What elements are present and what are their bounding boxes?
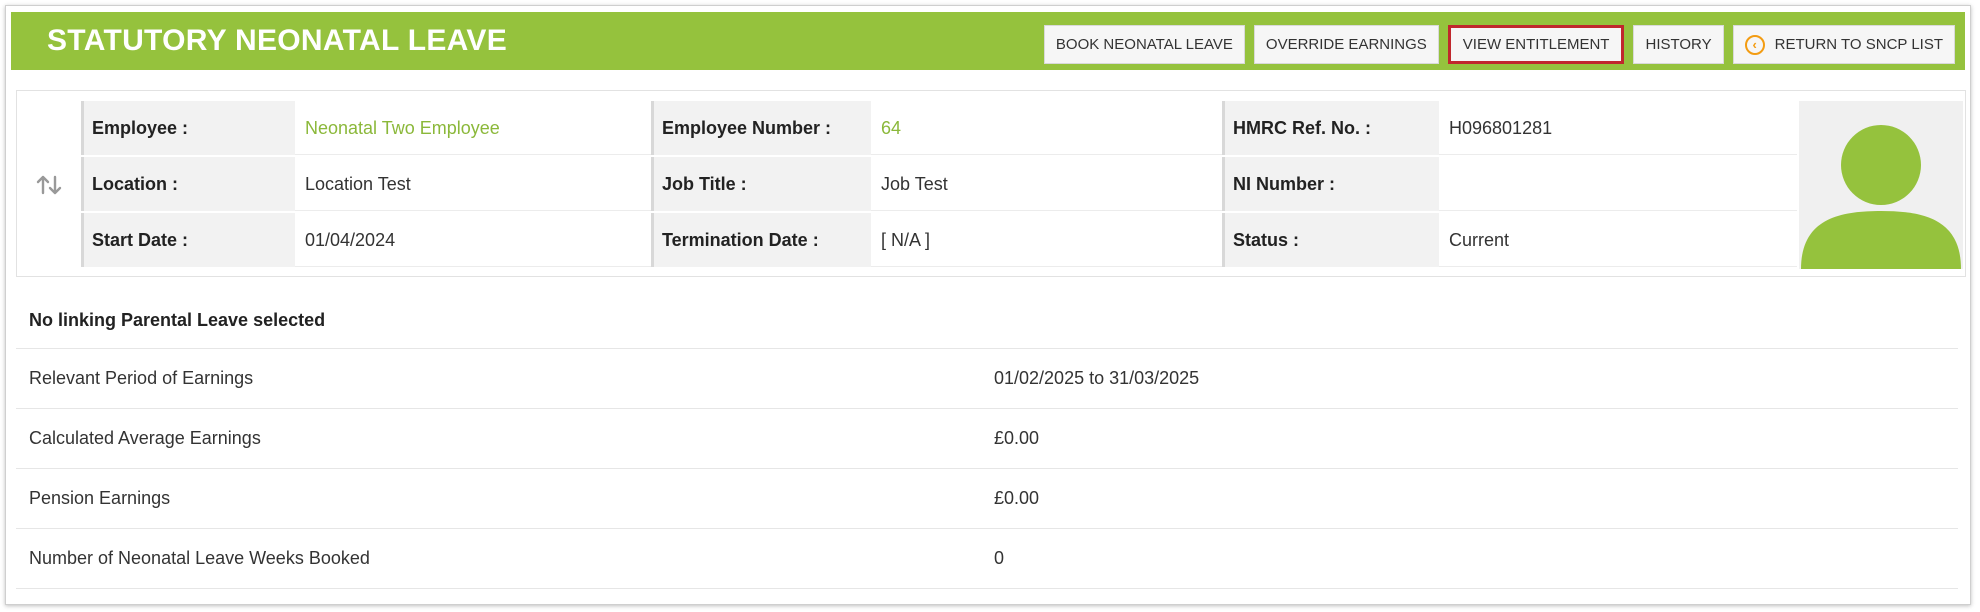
entitlement-details: No linking Parental Leave selected Relev…: [16, 292, 1958, 589]
location-value: Location Test: [295, 157, 651, 211]
start-date-value: 01/04/2024: [295, 213, 651, 267]
start-date-label: Start Date :: [81, 213, 295, 267]
relevant-period-label: Relevant Period of Earnings: [29, 368, 254, 388]
relevant-period-value: 01/02/2025 to 31/03/2025: [994, 368, 1200, 388]
weeks-booked-value: 0: [994, 548, 1005, 568]
employee-number-label: Employee Number :: [651, 101, 871, 155]
view-entitlement-button[interactable]: VIEW ENTITLEMENT: [1447, 25, 1625, 64]
job-title-value: Job Test: [871, 157, 1222, 211]
page-header: STATUTORY NEONATAL LEAVE BOOK NEONATAL L…: [11, 12, 1965, 70]
employee-name-value[interactable]: Neonatal Two Employee: [295, 101, 651, 155]
weeks-booked-label: Number of Neonatal Leave Weeks Booked: [29, 548, 370, 568]
status-label: Status :: [1222, 213, 1439, 267]
employee-summary-card: Employee : Neonatal Two Employee Employe…: [16, 90, 1966, 277]
detail-row: Relevant Period of Earnings 01/02/2025 t…: [16, 349, 1958, 409]
location-label: Location :: [81, 157, 295, 211]
window-frame: STATUTORY NEONATAL LEAVE BOOK NEONATAL L…: [5, 5, 1971, 605]
detail-row: Calculated Average Earnings £0.00: [16, 409, 1958, 469]
page-title: STATUTORY NEONATAL LEAVE: [47, 24, 507, 57]
pension-earnings-value: £0.00: [994, 488, 1040, 508]
toolbar: BOOK NEONATAL LEAVE OVERRIDE EARNINGS VI…: [1043, 25, 1955, 64]
termination-date-label: Termination Date :: [651, 213, 871, 267]
return-to-sncp-list-button[interactable]: ‹ RETURN TO SNCP LIST: [1732, 25, 1955, 64]
pension-earnings-label: Pension Earnings: [29, 488, 171, 508]
hmrc-ref-label: HMRC Ref. No. :: [1222, 101, 1439, 155]
override-earnings-button[interactable]: OVERRIDE EARNINGS: [1253, 25, 1439, 64]
employee-label: Employee :: [81, 101, 295, 155]
return-to-sncp-list-label: RETURN TO SNCP LIST: [1774, 36, 1943, 53]
user-silhouette-icon: [1799, 101, 1963, 269]
ni-number-value: [1439, 157, 1797, 211]
detail-row: Pension Earnings £0.00: [16, 469, 1958, 529]
employee-number-value[interactable]: 64: [871, 101, 1222, 155]
ni-number-label: NI Number :: [1222, 157, 1439, 211]
hmrc-ref-value: H096801281: [1439, 101, 1797, 155]
history-button[interactable]: HISTORY: [1633, 25, 1724, 64]
linking-leave-heading: No linking Parental Leave selected: [16, 292, 1958, 349]
job-title-label: Job Title :: [651, 157, 871, 211]
employee-info-grid: Employee : Neonatal Two Employee Employe…: [81, 101, 1797, 269]
book-neonatal-leave-button[interactable]: BOOK NEONATAL LEAVE: [1043, 25, 1245, 64]
termination-date-value: [ N/A ]: [871, 213, 1222, 267]
chevron-left-circle-icon: ‹: [1744, 34, 1765, 55]
swap-vertical-icon[interactable]: [35, 171, 63, 199]
status-value: Current: [1439, 213, 1797, 267]
average-earnings-label: Calculated Average Earnings: [29, 428, 261, 448]
detail-row: Number of Neonatal Leave Weeks Booked 0: [16, 529, 1958, 589]
average-earnings-value: £0.00: [994, 428, 1040, 448]
